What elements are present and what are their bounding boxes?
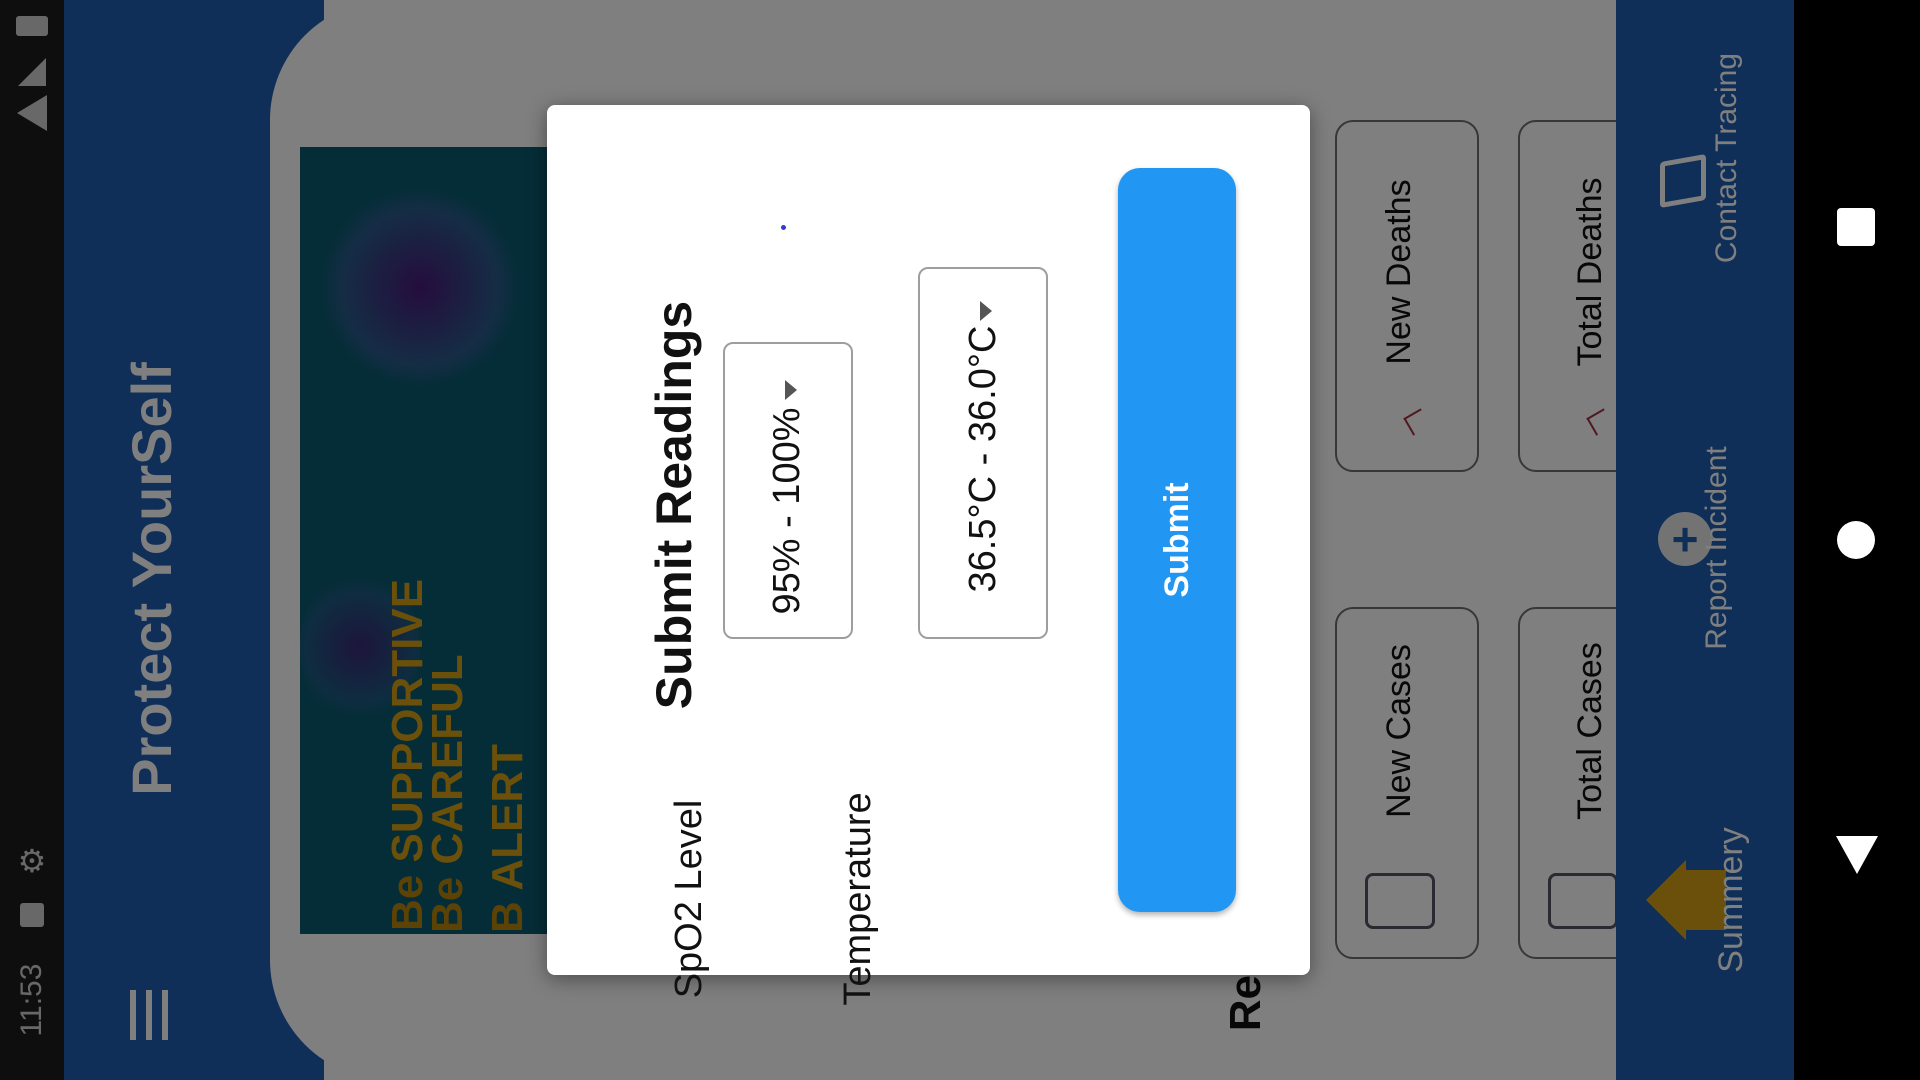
dropdown-arrow-icon — [785, 380, 797, 400]
spo2-dropdown[interactable]: 95% - 100% — [723, 342, 853, 639]
spo2-value: 95% - 100% — [766, 407, 808, 615]
focus-dot — [781, 225, 786, 230]
home-button[interactable] — [1837, 521, 1875, 559]
temperature-dropdown[interactable]: 36.5°C - 36.0°C — [918, 267, 1048, 639]
back-button[interactable] — [1836, 836, 1878, 874]
temperature-value: 36.5°C - 36.0°C — [962, 325, 1004, 593]
dropdown-arrow-icon — [980, 301, 992, 321]
spo2-label: SpO2 Level — [668, 799, 710, 999]
recents-button[interactable] — [1837, 208, 1875, 246]
system-navigation — [1794, 0, 1920, 1080]
dialog-title: Submit Readings — [646, 300, 702, 710]
submit-button[interactable]: Submit — [1118, 168, 1236, 912]
temperature-label: Temperature — [837, 792, 879, 1006]
submit-label: Submit — [1158, 482, 1196, 598]
